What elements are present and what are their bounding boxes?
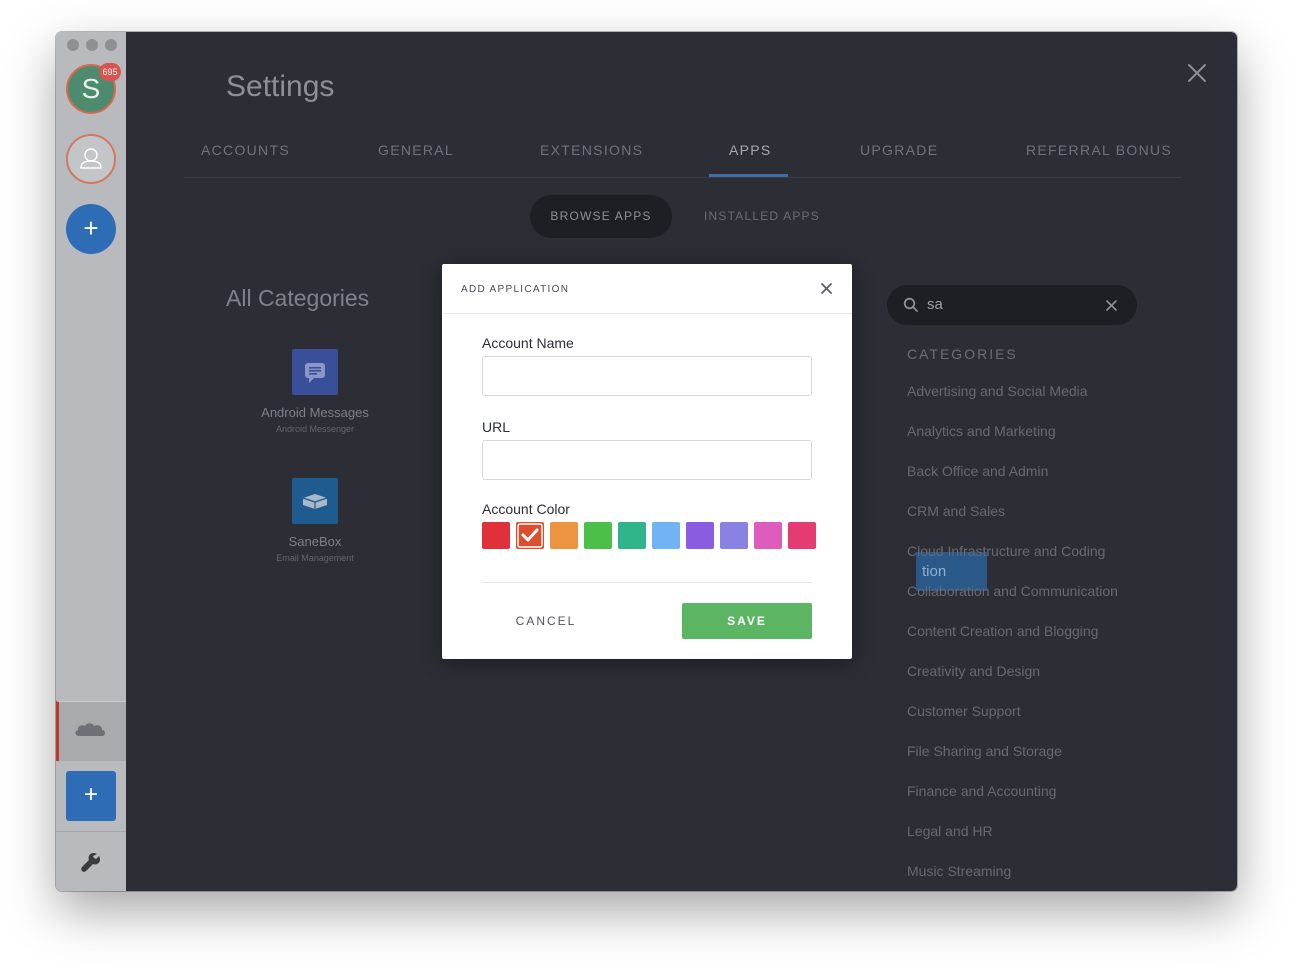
close-icon[interactable] — [1184, 60, 1210, 86]
category-item[interactable]: Finance and Accounting — [907, 783, 1118, 823]
account-name-label: Account Name — [482, 335, 574, 351]
color-swatch[interactable] — [516, 522, 544, 549]
app-subtitle: Android Messenger — [275, 424, 355, 434]
tab-apps[interactable]: APPS — [729, 142, 772, 158]
category-item[interactable]: CRM and Sales — [907, 503, 1118, 543]
plus-icon: + — [83, 781, 98, 808]
settings-tabs: ACCOUNTS GENERAL EXTENSIONS APPS UPGRADE… — [184, 142, 1181, 178]
category-item[interactable]: Collaboration and Communication — [907, 583, 1118, 623]
category-list: Advertising and Social Media Analytics a… — [907, 383, 1118, 891]
sidebar: S 695 + + — [56, 32, 126, 891]
category-item[interactable]: Customer Support — [907, 703, 1118, 743]
category-item[interactable]: Music Streaming — [907, 863, 1118, 891]
dialog-divider — [442, 313, 852, 314]
tab-general[interactable]: GENERAL — [378, 142, 454, 158]
wrench-icon — [81, 852, 101, 872]
close-window-button[interactable] — [67, 39, 79, 51]
add-account-button[interactable]: + — [66, 204, 116, 254]
page-title: Settings — [226, 70, 335, 103]
installed-apps-tab[interactable]: INSTALLED APPS — [692, 195, 832, 238]
window-controls — [67, 39, 117, 51]
section-heading: All Categories — [226, 285, 370, 311]
close-icon[interactable] — [819, 281, 834, 296]
search-input[interactable]: sa — [927, 296, 943, 313]
color-swatch[interactable] — [652, 522, 680, 549]
account-name-field[interactable] — [482, 356, 812, 396]
add-application-dialog: ADD APPLICATION Account Name URL Account… — [442, 264, 852, 659]
plus-icon: + — [83, 213, 99, 243]
account-avatar-user[interactable] — [66, 134, 116, 184]
app-card-android-messages[interactable]: Android Messages Android Messenger — [225, 349, 405, 434]
category-item[interactable]: Creativity and Design — [907, 663, 1118, 703]
notification-badge: 695 — [99, 63, 121, 81]
tab-upgrade[interactable]: UPGRADE — [860, 142, 938, 158]
tab-accounts[interactable]: ACCOUNTS — [201, 142, 290, 158]
account-color-label: Account Color — [482, 501, 570, 517]
add-app-button[interactable]: + — [66, 771, 116, 821]
color-swatch[interactable] — [788, 522, 816, 549]
category-item[interactable]: Cloud Infrastructure and Coding — [907, 543, 1118, 583]
active-tab-indicator — [709, 174, 788, 177]
user-icon — [80, 148, 102, 169]
category-item[interactable]: Advertising and Social Media — [907, 383, 1118, 423]
category-item[interactable]: Legal and HR — [907, 823, 1118, 863]
check-icon — [517, 523, 543, 548]
color-swatch[interactable] — [720, 522, 748, 549]
android-messages-icon — [292, 349, 338, 395]
dialog-footer-divider — [482, 582, 812, 583]
app-search[interactable]: sa — [887, 285, 1137, 325]
category-item[interactable]: File Sharing and Storage — [907, 743, 1118, 783]
category-item[interactable]: Back Office and Admin — [907, 463, 1118, 503]
color-swatch[interactable] — [482, 522, 510, 549]
tools-button[interactable] — [56, 831, 126, 891]
color-swatch[interactable] — [754, 522, 782, 549]
browse-apps-tab[interactable]: BROWSE APPS — [530, 195, 672, 238]
category-item[interactable]: Analytics and Marketing — [907, 423, 1118, 463]
salesforce-icon — [75, 723, 105, 736]
color-swatch[interactable] — [584, 522, 612, 549]
tab-referral-bonus[interactable]: REFERRAL BONUS — [1026, 142, 1172, 158]
app-subtitle: Email Management — [276, 553, 354, 563]
url-label: URL — [482, 419, 511, 435]
app-name: Android Messages — [261, 405, 369, 420]
color-swatch[interactable] — [618, 522, 646, 549]
dialog-title: ADD APPLICATION — [461, 284, 570, 295]
sanebox-icon — [292, 478, 338, 524]
app-card-sanebox[interactable]: SaneBox Email Management — [225, 478, 405, 563]
minimize-window-button[interactable] — [86, 39, 98, 51]
color-swatches — [482, 522, 816, 549]
cancel-button[interactable]: CANCEL — [482, 603, 610, 639]
categories-heading: CATEGORIES — [907, 346, 1018, 362]
salesforce-app-item[interactable] — [56, 701, 126, 761]
color-swatch[interactable] — [550, 522, 578, 549]
tab-extensions[interactable]: EXTENSIONS — [540, 142, 643, 158]
app-name: SaneBox — [288, 534, 342, 549]
color-swatch[interactable] — [686, 522, 714, 549]
clear-search-icon[interactable] — [1106, 300, 1117, 311]
search-icon — [903, 297, 918, 312]
save-button[interactable]: SAVE — [682, 603, 812, 639]
url-field[interactable] — [482, 440, 812, 480]
zoom-window-button[interactable] — [105, 39, 117, 51]
category-item[interactable]: Content Creation and Blogging — [907, 623, 1118, 663]
